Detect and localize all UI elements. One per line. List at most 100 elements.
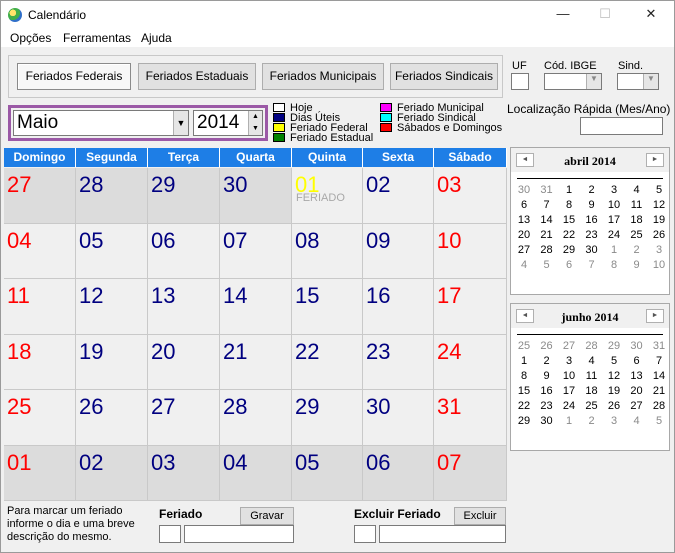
mini-day[interactable]: 28 — [536, 243, 558, 257]
mini-day[interactable]: 31 — [648, 339, 670, 353]
arrow-down-icon[interactable]: ▼ — [248, 123, 262, 135]
day-cell[interactable]: 23 — [363, 334, 434, 390]
mini-day[interactable]: 20 — [513, 228, 535, 242]
day-cell[interactable]: 02 — [76, 445, 148, 501]
year-stepper[interactable]: 2014 ▲ ▼ — [193, 110, 263, 136]
mini-day[interactable]: 16 — [536, 384, 558, 398]
day-cell[interactable]: 10 — [434, 223, 507, 279]
mini-day[interactable]: 22 — [513, 399, 535, 413]
mini-day[interactable]: 30 — [536, 414, 558, 428]
mini-day[interactable]: 18 — [626, 213, 648, 227]
mini-day[interactable]: 4 — [626, 414, 648, 428]
day-cell[interactable]: 07 — [220, 223, 292, 279]
mini-day[interactable]: 22 — [558, 228, 580, 242]
day-cell[interactable]: 03 — [434, 168, 507, 224]
day-cell[interactable]: 25 — [4, 390, 76, 446]
day-cell[interactable]: 20 — [148, 334, 220, 390]
maximize-button[interactable]: ☐ — [595, 5, 615, 23]
mini-day[interactable]: 29 — [603, 339, 625, 353]
month-select[interactable]: Maio ▼ — [13, 110, 189, 136]
menu-opcoes[interactable]: Opções — [10, 31, 51, 45]
mini-day[interactable]: 1 — [558, 183, 580, 197]
day-cell[interactable]: 21 — [220, 334, 292, 390]
mini-day[interactable]: 26 — [536, 339, 558, 353]
delete-description-input[interactable] — [379, 525, 506, 543]
day-cell[interactable]: 04 — [4, 223, 76, 279]
day-cell[interactable]: 12 — [76, 279, 148, 335]
day-cell[interactable]: 05 — [76, 223, 148, 279]
close-button[interactable]: ✕ — [641, 5, 661, 23]
mini-day[interactable]: 9 — [536, 369, 558, 383]
mini-day[interactable]: 28 — [648, 399, 670, 413]
mini-day[interactable]: 29 — [558, 243, 580, 257]
mini-day[interactable]: 6 — [513, 198, 535, 212]
day-cell[interactable]: 24 — [434, 334, 507, 390]
mini-day[interactable]: 21 — [536, 228, 558, 242]
mini-day[interactable]: 23 — [536, 399, 558, 413]
mini-day[interactable]: 5 — [648, 183, 670, 197]
tab-feriados-sindicais[interactable]: Feriados Sindicais — [390, 63, 498, 90]
mini-day[interactable]: 30 — [513, 183, 535, 197]
mini-day[interactable]: 24 — [558, 399, 580, 413]
sind-combo[interactable]: ▼ — [617, 73, 659, 90]
mini-day[interactable]: 15 — [558, 213, 580, 227]
mini-day[interactable]: 7 — [581, 258, 603, 272]
day-cell[interactable]: 18 — [4, 334, 76, 390]
mini-day[interactable]: 4 — [513, 258, 535, 272]
day-cell[interactable]: 06 — [363, 445, 434, 501]
day-cell[interactable]: 30 — [363, 390, 434, 446]
day-cell[interactable]: 08 — [292, 223, 363, 279]
mini-day[interactable]: 3 — [603, 183, 625, 197]
mini-day[interactable]: 14 — [536, 213, 558, 227]
day-cell[interactable]: 19 — [76, 334, 148, 390]
mini-day[interactable]: 14 — [648, 369, 670, 383]
quick-location-input[interactable] — [580, 117, 663, 135]
mini-day[interactable]: 15 — [513, 384, 535, 398]
mini-day[interactable]: 10 — [648, 258, 670, 272]
mini-day[interactable]: 1 — [603, 243, 625, 257]
mini-day[interactable]: 1 — [513, 354, 535, 368]
mini-day[interactable]: 13 — [513, 213, 535, 227]
day-cell[interactable]: 05 — [292, 445, 363, 501]
mini-day[interactable]: 11 — [581, 369, 603, 383]
mini-day[interactable]: 5 — [536, 258, 558, 272]
mini-day[interactable]: 2 — [581, 414, 603, 428]
menu-ajuda[interactable]: Ajuda — [141, 31, 172, 45]
mini-day[interactable]: 29 — [513, 414, 535, 428]
mini-day[interactable]: 19 — [648, 213, 670, 227]
mini-day[interactable]: 3 — [558, 354, 580, 368]
menu-ferramentas[interactable]: Ferramentas — [63, 31, 131, 45]
arrow-up-icon[interactable]: ▲ — [248, 111, 262, 123]
mini-day[interactable]: 7 — [536, 198, 558, 212]
save-button[interactable]: Gravar — [240, 507, 294, 525]
day-cell[interactable]: 15 — [292, 279, 363, 335]
mini-day[interactable]: 25 — [581, 399, 603, 413]
mini-day[interactable]: 1 — [558, 414, 580, 428]
mini-day[interactable]: 3 — [603, 414, 625, 428]
chevron-down-icon[interactable]: ▼ — [173, 111, 188, 135]
delete-button[interactable]: Excluir — [454, 507, 506, 525]
mini-day[interactable]: 23 — [581, 228, 603, 242]
mini-day[interactable]: 30 — [581, 243, 603, 257]
day-cell[interactable]: 14 — [220, 279, 292, 335]
mini-day[interactable]: 24 — [603, 228, 625, 242]
day-cell[interactable]: 06 — [148, 223, 220, 279]
day-cell[interactable]: 03 — [148, 445, 220, 501]
mini-day[interactable]: 25 — [626, 228, 648, 242]
mini-day[interactable]: 8 — [513, 369, 535, 383]
day-cell[interactable]: 09 — [363, 223, 434, 279]
mini-day[interactable]: 9 — [581, 198, 603, 212]
mini-day[interactable]: 27 — [513, 243, 535, 257]
day-cell[interactable]: 01 FERIADO — [292, 168, 363, 224]
mini-day[interactable]: 5 — [648, 414, 670, 428]
mini-day[interactable]: 17 — [603, 213, 625, 227]
day-cell[interactable]: 07 — [434, 445, 507, 501]
day-cell[interactable]: 16 — [363, 279, 434, 335]
mini-day[interactable]: 18 — [581, 384, 603, 398]
mini-day[interactable]: 2 — [536, 354, 558, 368]
day-cell[interactable]: 28 — [76, 168, 148, 224]
mini-day[interactable]: 19 — [603, 384, 625, 398]
ibge-combo[interactable]: ▼ — [544, 73, 602, 90]
day-cell[interactable]: 13 — [148, 279, 220, 335]
mini-day[interactable]: 9 — [626, 258, 648, 272]
